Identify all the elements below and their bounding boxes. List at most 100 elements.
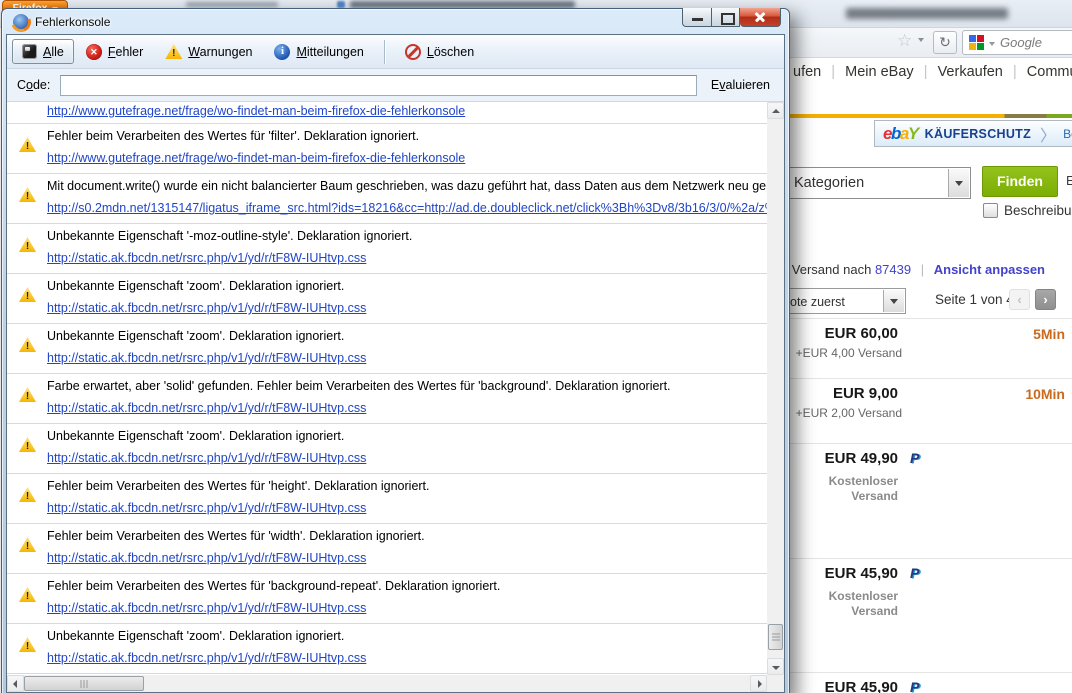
warning-icon	[19, 187, 36, 202]
nav-item-verkaufen[interactable]: Verkaufen	[938, 64, 1003, 80]
item-shipping-cost: +EUR 4,00 Versand	[790, 346, 902, 360]
zip-link[interactable]: 87439	[875, 262, 911, 277]
code-entry-bar: Code: Evaluieren	[7, 69, 784, 102]
entry-message: Fehler beim Verarbeiten des Wertes für '…	[47, 129, 761, 144]
google-logo-icon[interactable]	[969, 35, 984, 50]
scroll-left-button[interactable]	[7, 675, 24, 692]
console-entry[interactable]: http://www.gutefrage.net/frage/wo-findet…	[7, 102, 767, 124]
listing-row[interactable]: EUR 45,90 P	[790, 672, 1072, 693]
entry-link[interactable]: http://static.ak.fbcdn.net/rsrc.php/v1/y…	[47, 501, 366, 516]
entry-link[interactable]: http://static.ak.fbcdn.net/rsrc.php/v1/y…	[47, 551, 366, 566]
console-entry[interactable]: Unbekannte Eigenschaft 'zoom'. Deklarati…	[7, 624, 767, 674]
filter-all-button[interactable]: Alle	[12, 39, 74, 64]
entry-link[interactable]: http://static.ak.fbcdn.net/rsrc.php/v1/y…	[47, 351, 366, 366]
blurred-active-tab-title[interactable]	[350, 1, 575, 8]
filter-messages-button[interactable]: Mitteilungen	[264, 39, 373, 65]
dropdown-arrow-icon[interactable]	[883, 290, 904, 312]
console-entry[interactable]: Mit document.write() wurde ein nicht bal…	[7, 174, 767, 224]
scroll-right-button[interactable]	[750, 675, 767, 692]
horizontal-scrollbar[interactable]	[7, 675, 784, 692]
entry-link[interactable]: http://static.ak.fbcdn.net/rsrc.php/v1/y…	[47, 301, 366, 316]
item-price: EUR 9,00	[790, 385, 898, 402]
entry-link[interactable]: http://static.ak.fbcdn.net/rsrc.php/v1/y…	[47, 401, 366, 416]
warning-icon	[19, 537, 36, 552]
close-button[interactable]	[740, 8, 781, 27]
code-label: Code:	[17, 78, 50, 92]
description-checkbox-label[interactable]: Beschreibung	[1004, 203, 1072, 218]
console-entry[interactable]: Unbekannte Eigenschaft '-moz-outline-sty…	[7, 224, 767, 274]
dropdown-arrow-icon[interactable]	[948, 169, 969, 197]
console-entry[interactable]: Fehler beim Verarbeiten des Wertes für '…	[7, 124, 767, 174]
find-button[interactable]: Finden	[982, 166, 1058, 197]
firefox-icon	[13, 14, 29, 30]
clear-button[interactable]: Löschen	[395, 39, 484, 65]
vertical-scrollbar-thumb[interactable]	[768, 624, 783, 650]
entry-link[interactable]: http://static.ak.fbcdn.net/rsrc.php/v1/y…	[47, 651, 366, 666]
bookmark-dropdown-icon[interactable]	[918, 38, 924, 42]
scroll-up-button[interactable]	[767, 102, 784, 119]
shipping-row: Versand nach 87439 | Ansicht anpassen	[792, 262, 1045, 277]
console-entry[interactable]: Unbekannte Eigenschaft 'zoom'. Deklarati…	[7, 274, 767, 324]
listing-row[interactable]: EUR 49,90 P KostenloserVersand	[790, 443, 1072, 558]
console-toolbar: Alle Fehler Warnungen Mitteilungen	[7, 35, 784, 69]
warning-icon	[165, 44, 182, 59]
advanced-link-partial[interactable]: E	[1066, 173, 1072, 188]
console-content: Alle Fehler Warnungen Mitteilungen	[6, 34, 785, 693]
entry-link[interactable]: http://static.ak.fbcdn.net/rsrc.php/v1/y…	[47, 601, 366, 616]
clear-icon	[405, 44, 421, 60]
entry-link[interactable]: http://www.gutefrage.net/frage/wo-findet…	[47, 104, 465, 119]
entry-message: Unbekannte Eigenschaft 'zoom'. Deklarati…	[47, 629, 761, 644]
search-engine-dropdown-icon[interactable]	[989, 42, 995, 46]
prev-page-button[interactable]: ‹	[1009, 289, 1030, 310]
horizontal-scrollbar-thumb[interactable]	[24, 676, 144, 691]
listing-row[interactable]: EUR 9,00 +EUR 2,00 Versand 10Min	[790, 378, 1072, 443]
vertical-scrollbar[interactable]	[767, 102, 784, 675]
description-checkbox[interactable]	[983, 203, 998, 218]
code-input[interactable]	[60, 75, 697, 96]
console-message-list: http://www.gutefrage.net/frage/wo-findet…	[7, 102, 784, 675]
item-price: EUR 49,90	[790, 450, 898, 467]
customize-view-link[interactable]: Ansicht anpassen	[934, 262, 1045, 277]
scrollbar-corner	[767, 675, 784, 692]
sort-dropdown[interactable]: ote zuerst	[785, 288, 906, 314]
nav-item-mein-ebay[interactable]: Mein eBay	[845, 64, 914, 80]
nav-item-kaufen-partial[interactable]: ufen	[793, 64, 821, 80]
entry-message: Farbe erwartet, aber 'solid' gefunden. F…	[47, 379, 761, 394]
free-shipping-label: KostenloserVersand	[790, 474, 898, 504]
console-entry[interactable]: Farbe erwartet, aber 'solid' gefunden. F…	[7, 374, 767, 424]
evaluate-button[interactable]: Evaluieren	[707, 75, 774, 95]
warning-icon	[19, 437, 36, 452]
buyer-protection-suffix: Bei E	[1063, 127, 1072, 141]
listing-row[interactable]: EUR 60,00 +EUR 4,00 Versand 5Min	[790, 318, 1072, 378]
buyer-protection-badge: ebaY KÄUFERSCHUTZ 〉 Bei E	[874, 120, 1072, 147]
console-entry[interactable]: Unbekannte Eigenschaft 'zoom'. Deklarati…	[7, 324, 767, 374]
error-console-window: Fehlerkonsole Alle Fehler Warnung	[1, 8, 790, 693]
scroll-down-button[interactable]	[767, 658, 784, 675]
console-entry[interactable]: Fehler beim Verarbeiten des Wertes für '…	[7, 524, 767, 574]
search-bar[interactable]: Google	[962, 30, 1072, 55]
window-caption-buttons	[682, 8, 781, 27]
nav-item-community[interactable]: Community	[1027, 64, 1072, 80]
maximize-button[interactable]	[711, 8, 740, 27]
paypal-icon: P	[910, 679, 919, 693]
reload-button[interactable]: ↻	[933, 31, 957, 54]
search-placeholder[interactable]: Google	[1000, 35, 1042, 50]
minimize-button[interactable]	[682, 8, 711, 27]
entry-link[interactable]: http://www.gutefrage.net/frage/wo-findet…	[47, 151, 465, 166]
blurred-page-title	[846, 8, 1008, 19]
entry-link[interactable]: http://static.ak.fbcdn.net/rsrc.php/v1/y…	[47, 251, 366, 266]
next-page-button[interactable]: ›	[1035, 289, 1056, 310]
console-entry[interactable]: Fehler beim Verarbeiten des Wertes für '…	[7, 474, 767, 524]
item-shipping-cost: +EUR 2,00 Versand	[790, 406, 902, 420]
category-dropdown[interactable]: Kategorien	[788, 167, 971, 199]
entry-link[interactable]: http://static.ak.fbcdn.net/rsrc.php/v1/y…	[47, 451, 366, 466]
console-entry[interactable]: Unbekannte Eigenschaft 'zoom'. Deklarati…	[7, 424, 767, 474]
entry-link[interactable]: http://s0.2mdn.net/1315147/ligatus_ifram…	[47, 201, 767, 216]
console-entry[interactable]: Fehler beim Verarbeiten des Wertes für '…	[7, 574, 767, 624]
filter-warnings-button[interactable]: Warnungen	[155, 39, 262, 64]
bookmark-star-icon[interactable]: ☆	[897, 31, 912, 51]
window-titlebar[interactable]: Fehlerkonsole	[6, 9, 785, 34]
listing-row[interactable]: EUR 45,90 P KostenloserVersand	[790, 558, 1072, 672]
filter-errors-button[interactable]: Fehler	[76, 39, 153, 65]
warning-icon	[19, 337, 36, 352]
